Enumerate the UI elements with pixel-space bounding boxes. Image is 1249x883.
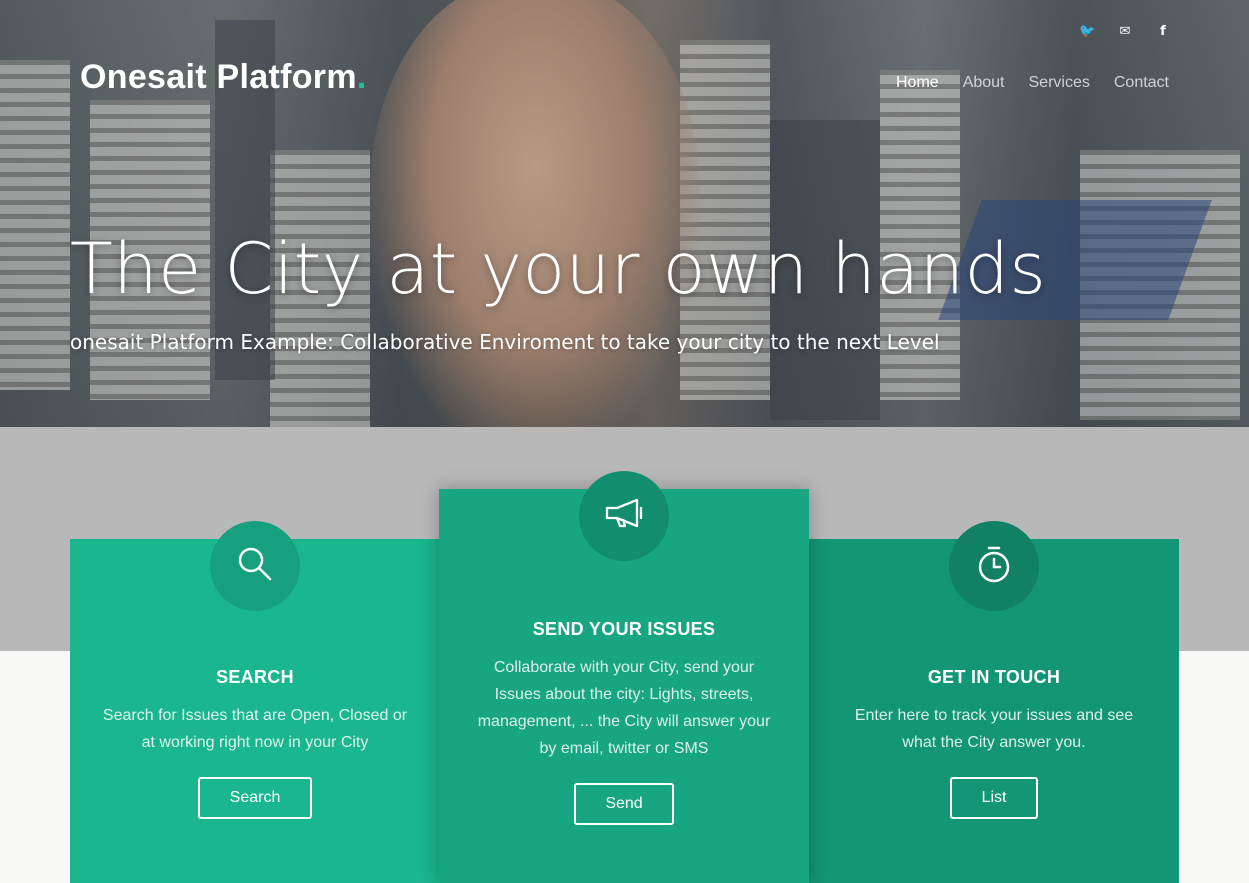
- hero-headline: The City at your own hands: [70, 228, 1047, 310]
- send-card: SEND YOUR ISSUES Collaborate with your C…: [439, 471, 809, 883]
- hero-subline: onesait Platform Example: Collaborative …: [70, 330, 940, 354]
- stopwatch-icon: [972, 542, 1016, 590]
- send-button[interactable]: Send: [574, 783, 674, 825]
- nav-services[interactable]: Services: [1029, 74, 1090, 92]
- main-nav: Home About Services Contact: [896, 74, 1169, 92]
- search-text: Search for Issues that are Open, Closed …: [102, 707, 408, 751]
- brand-name: Onesait Platform: [80, 58, 357, 96]
- search-card: SEARCH Search for Issues that are Open, …: [70, 521, 440, 883]
- nav-about[interactable]: About: [963, 74, 1005, 92]
- mail-icon[interactable]: ✉: [1117, 24, 1133, 40]
- nav-home[interactable]: Home: [896, 74, 939, 92]
- touch-title: GET IN TOUCH: [927, 667, 1061, 687]
- background-building: [0, 60, 70, 390]
- list-button[interactable]: List: [950, 777, 1038, 819]
- search-circle: [210, 521, 300, 611]
- social-links: 🐦 ✉ f: [1079, 24, 1171, 40]
- megaphone-icon: [601, 494, 647, 538]
- touch-text: Enter here to track your issues and see …: [854, 707, 1134, 751]
- twitter-icon[interactable]: 🐦: [1079, 24, 1095, 40]
- background-raised-arm: [370, 0, 700, 427]
- brand-dot: .: [356, 58, 367, 96]
- get-in-touch-card: GET IN TOUCH Enter here to track your is…: [809, 521, 1179, 883]
- send-title: SEND YOUR ISSUES: [532, 619, 716, 639]
- send-text: Collaborate with your City, send your Is…: [477, 659, 771, 757]
- facebook-icon[interactable]: f: [1155, 24, 1171, 40]
- touch-circle: [949, 521, 1039, 611]
- nav-contact[interactable]: Contact: [1114, 74, 1169, 92]
- search-button[interactable]: Search: [198, 777, 312, 819]
- brand-logo[interactable]: Onesait Platform.: [80, 58, 367, 97]
- magnifier-icon: [233, 542, 277, 590]
- hero-section: 🐦 ✉ f Onesait Platform. Home About Servi…: [0, 0, 1249, 427]
- search-title: SEARCH: [216, 667, 294, 687]
- send-circle: [579, 471, 669, 561]
